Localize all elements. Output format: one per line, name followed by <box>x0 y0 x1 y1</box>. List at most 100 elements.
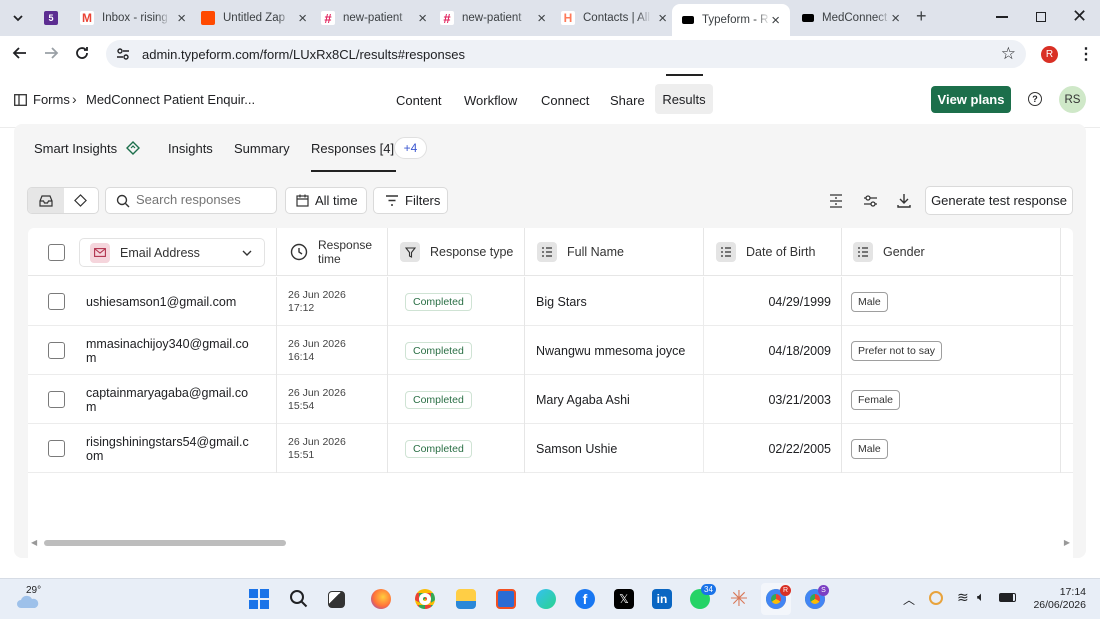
x-icon[interactable]: 𝕏 <box>614 589 634 609</box>
search-box[interactable] <box>105 187 277 214</box>
clock[interactable]: 17:14 26/06/2026 <box>1028 586 1086 612</box>
close-icon[interactable]: × <box>298 10 307 27</box>
response-date: 26 Jun 2026 <box>288 288 346 301</box>
browser-tab[interactable]: H Contacts | All × <box>561 6 667 30</box>
row-checkbox[interactable] <box>48 293 65 310</box>
forms-link[interactable]: Forms <box>33 92 70 107</box>
close-window-button[interactable]: ✕ <box>1072 6 1087 27</box>
address-bar[interactable]: admin.typeform.com/form/LUxRx8CL/results… <box>106 40 1026 68</box>
claude-icon[interactable]: ✳ <box>729 588 749 610</box>
browser-tab[interactable]: # new-patient × <box>440 6 546 30</box>
horizontal-scrollbar[interactable]: ◀ ▶ <box>28 538 1073 548</box>
nav-tab-results[interactable]: Results <box>655 84 713 114</box>
tab-search-button[interactable] <box>8 8 28 28</box>
table-row[interactable]: risingshiningstars54@gmail.c om 26 Jun 202… <box>28 424 1073 473</box>
chrome-profile-badge: S <box>818 585 829 596</box>
reload-button[interactable] <box>74 45 90 64</box>
nav-tab-workflow[interactable]: Workflow <box>464 93 517 108</box>
row-checkbox[interactable] <box>48 342 65 359</box>
store-icon[interactable] <box>496 589 516 609</box>
bookmark-star-icon[interactable]: ☆ <box>1001 44 1016 64</box>
close-icon[interactable]: × <box>177 10 186 27</box>
tab-smart-insights[interactable]: Smart Insights <box>34 141 117 156</box>
tab-responses[interactable]: Responses [4] <box>311 141 394 156</box>
row-height-icon[interactable] <box>828 194 844 208</box>
scrollbar-thumb[interactable] <box>44 540 286 546</box>
header-full-name[interactable]: Full Name <box>537 228 624 276</box>
search-icon[interactable] <box>289 589 309 609</box>
help-icon[interactable]: ? <box>1028 92 1042 106</box>
minimize-button[interactable] <box>996 16 1008 18</box>
url-text[interactable]: admin.typeform.com/form/LUxRx8CL/results… <box>142 47 465 62</box>
customize-columns-icon[interactable] <box>863 194 878 208</box>
browser-tab[interactable]: M Inbox - rising × <box>80 6 186 30</box>
browser-tab[interactable]: # new-patient × <box>321 6 427 30</box>
tab-summary[interactable]: Summary <box>234 141 290 156</box>
windows-start-icon[interactable] <box>249 589 269 609</box>
restore-button[interactable] <box>1036 12 1046 22</box>
facebook-icon[interactable]: f <box>575 589 595 609</box>
chrome-icon[interactable] <box>415 589 435 609</box>
row-checkbox[interactable] <box>48 440 65 457</box>
close-icon[interactable]: × <box>658 10 667 27</box>
view-plans-button[interactable]: View plans <box>931 86 1011 113</box>
download-icon[interactable] <box>897 193 911 208</box>
browser-tab[interactable]: MedConnect × <box>802 6 900 30</box>
select-all-checkbox[interactable] <box>48 244 65 261</box>
form-title[interactable]: MedConnect Patient Enquir... <box>86 92 255 107</box>
filters-button[interactable]: Filters <box>373 187 448 214</box>
wifi-icon[interactable]: ≋ <box>957 589 969 606</box>
nav-tab-content[interactable]: Content <box>396 93 442 108</box>
generate-test-response-button[interactable]: Generate test response <box>925 186 1073 215</box>
nav-tab-share[interactable]: Share <box>610 93 645 108</box>
header-response-time[interactable]: Response time <box>290 228 372 276</box>
table-row[interactable]: mmasinachijoy340@gmail.co m 26 Jun 2026 16:… <box>28 326 1073 375</box>
task-view-icon[interactable] <box>328 591 345 608</box>
scroll-left-arrow[interactable]: ◀ <box>31 538 37 547</box>
chevron-up-icon[interactable]: ︿ <box>903 591 915 608</box>
edge-icon[interactable] <box>536 589 556 609</box>
inbox-view-button[interactable] <box>28 188 64 213</box>
browser-tab-active[interactable]: Typeform - R × <box>672 4 790 36</box>
header-gender[interactable]: Gender <box>853 228 925 276</box>
tab-title: Contacts | All <box>583 12 650 24</box>
weather-widget[interactable]: 29° <box>16 585 50 613</box>
header-response-type[interactable]: Response type <box>400 228 513 276</box>
close-icon[interactable]: × <box>418 10 427 27</box>
nav-tab-connect[interactable]: Connect <box>541 93 589 108</box>
battery-icon[interactable] <box>999 593 1016 602</box>
column-divider <box>524 228 525 276</box>
new-tab-button[interactable]: + <box>916 6 927 27</box>
user-avatar[interactable]: RS <box>1059 86 1086 113</box>
table-row[interactable]: captainmaryagaba@gmail.co m 26 Jun 2026 15:… <box>28 375 1073 424</box>
row-checkbox[interactable] <box>48 391 65 408</box>
filters-label: Filters <box>405 193 441 208</box>
tab-insights[interactable]: Insights <box>168 141 213 156</box>
slack-icon: # <box>440 11 454 26</box>
site-info-icon[interactable] <box>116 47 130 61</box>
column-divider <box>703 277 704 326</box>
back-button[interactable] <box>12 45 28 64</box>
profile-avatar[interactable]: R <box>1041 46 1058 63</box>
browser-menu-icon[interactable]: ⋮ <box>1078 44 1094 64</box>
close-icon[interactable]: × <box>537 10 546 27</box>
close-icon[interactable]: × <box>771 12 780 29</box>
linkedin-icon[interactable]: in <box>652 589 672 609</box>
insights-view-button[interactable] <box>64 188 99 213</box>
scroll-right-arrow[interactable]: ▶ <box>1064 538 1070 547</box>
table-row[interactable]: ushiesamson1@gmail.com 26 Jun 2026 17:12 Co… <box>28 277 1073 326</box>
header-date-of-birth[interactable]: Date of Birth <box>716 228 815 276</box>
sync-icon[interactable] <box>929 591 943 605</box>
firefox-icon[interactable] <box>371 589 391 609</box>
browser-tab[interactable]: Untitled Zap × <box>201 6 307 30</box>
browser-tab[interactable]: 5 <box>44 6 70 30</box>
close-icon[interactable]: × <box>891 10 900 27</box>
date-range-button[interactable]: All time <box>285 187 367 214</box>
search-input[interactable] <box>136 192 272 207</box>
volume-icon[interactable]: 🔈︎ <box>977 589 985 605</box>
forward-button[interactable] <box>43 45 59 64</box>
column-divider <box>387 326 388 375</box>
file-explorer-icon[interactable] <box>456 589 476 609</box>
email-column-selector[interactable]: Email Address <box>79 238 265 267</box>
new-responses-badge[interactable]: +4 <box>394 137 427 159</box>
